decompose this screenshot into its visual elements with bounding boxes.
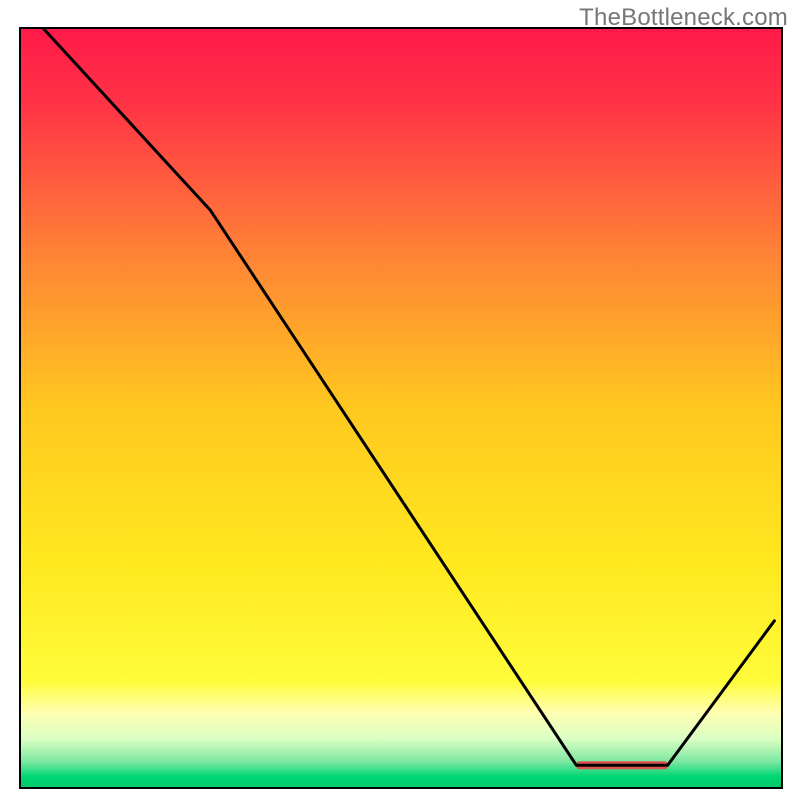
watermark-text: TheBottleneck.com (579, 4, 788, 32)
gradient-background (20, 28, 782, 788)
bottleneck-chart (0, 0, 800, 800)
chart-container: { "watermark": "TheBottleneck.com", "cha… (0, 0, 800, 800)
